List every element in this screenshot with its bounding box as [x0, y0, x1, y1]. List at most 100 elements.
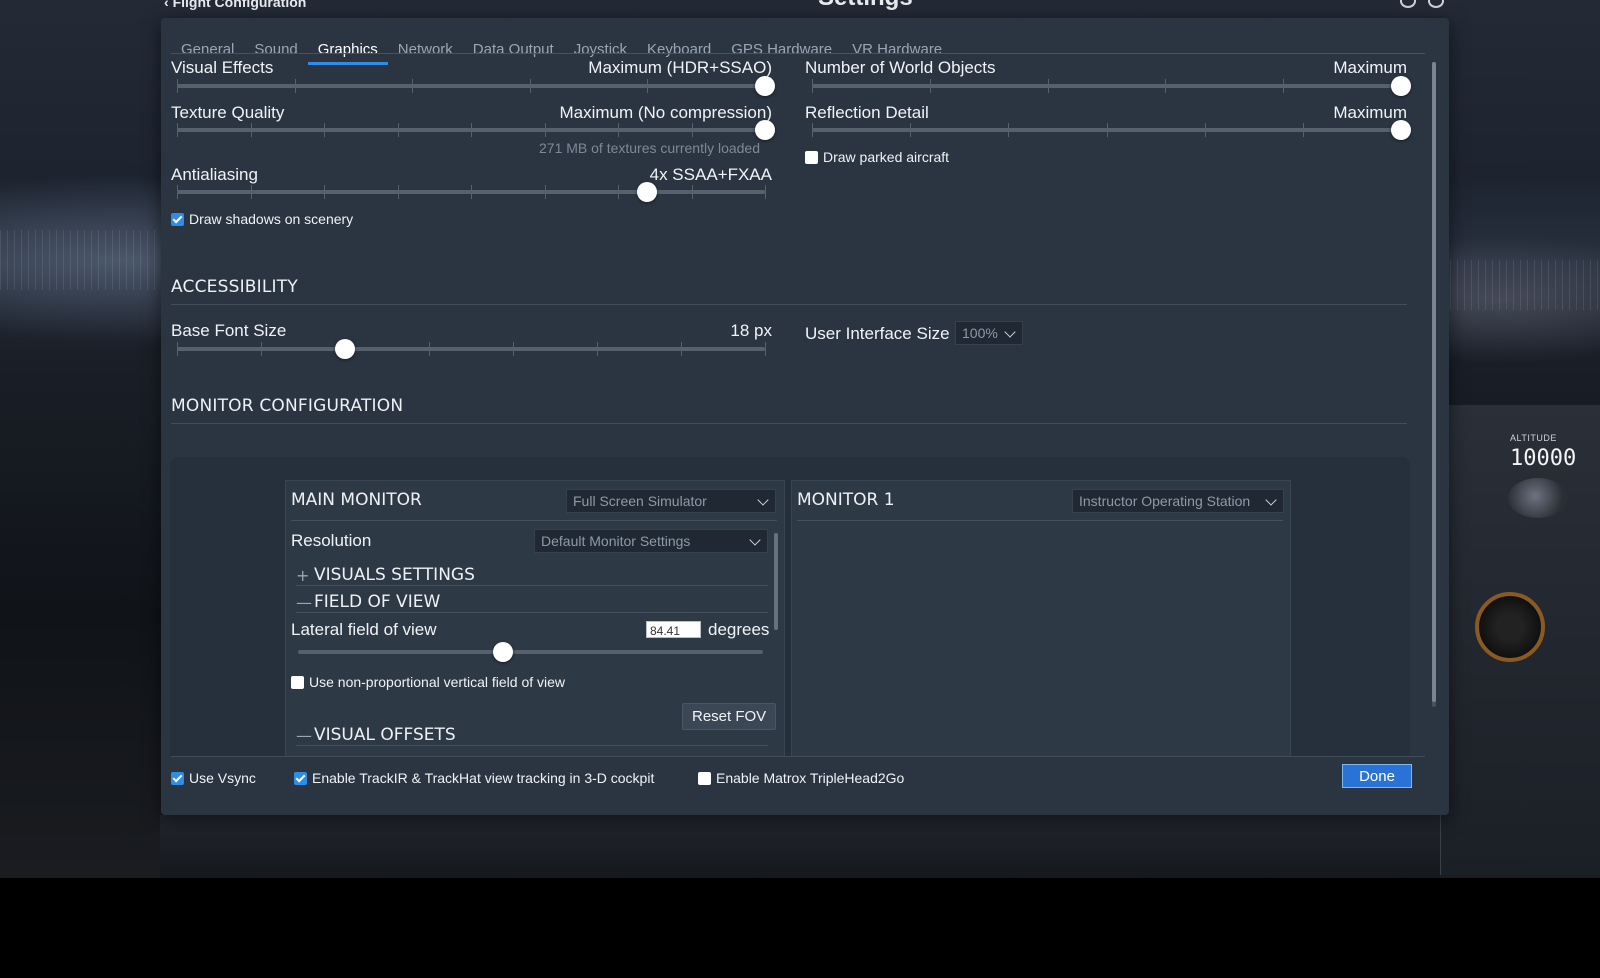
antialiasing-slider[interactable] [177, 182, 766, 202]
visual-effects-value: Maximum (HDR+SSAO) [588, 58, 772, 77]
reflection-detail-slider[interactable] [812, 120, 1411, 140]
footer-divider [171, 756, 1425, 757]
slider-thumb[interactable] [755, 120, 775, 140]
expand-icon: + [296, 565, 310, 585]
main-monitor-mode-value: Full Screen Simulator [573, 493, 707, 509]
slider-tick [177, 185, 178, 199]
back-to-flight-configuration[interactable]: ‹ Flight Configuration [164, 0, 306, 10]
slider-tick [471, 185, 472, 199]
accessibility-divider [171, 304, 1407, 305]
city-lights-left [0, 230, 165, 290]
texture-quality-slider[interactable] [177, 120, 775, 140]
texture-quality-value: Maximum (No compression) [559, 103, 772, 122]
antialiasing-label: Antialiasing [171, 165, 258, 184]
lateral-fov-input[interactable]: 84.41 [646, 621, 701, 638]
monitor-configuration-divider [171, 423, 1407, 424]
lateral-fov-slider[interactable] [298, 642, 763, 662]
slider-tick [812, 79, 813, 93]
visual-offsets-divider [296, 745, 768, 746]
lateral-fov-label: Lateral field of view [291, 620, 437, 639]
main-monitor-mode-dropdown[interactable]: Full Screen Simulator [566, 489, 776, 513]
graphics-content: Visual Effects Maximum (HDR+SSAO) Textur… [161, 56, 1423, 756]
slider-tick [910, 123, 912, 137]
monitor-1-panel: MONITOR 1 Instructor Operating Station [791, 480, 1291, 756]
slider-thumb[interactable] [755, 76, 775, 96]
main-monitor-scrollbar[interactable] [774, 533, 778, 630]
slider-tick [544, 185, 546, 199]
altitude-knob [1508, 478, 1568, 518]
texture-quality-label: Texture Quality [171, 103, 285, 122]
world-objects-value: Maximum [1333, 58, 1407, 77]
resolution-label: Resolution [291, 531, 372, 550]
draw-parked-aircraft-box[interactable] [805, 150, 818, 164]
window-icons [1400, 0, 1444, 8]
resolution-value: Default Monitor Settings [541, 533, 691, 549]
window-icon-1[interactable] [1400, 0, 1416, 8]
slider-tick [691, 123, 693, 137]
field-of-view-header[interactable]: — FIELD OF VIEW [296, 592, 440, 612]
help-icon[interactable] [1428, 0, 1444, 8]
slider-thumb[interactable] [1391, 76, 1411, 96]
slider-thumb[interactable] [335, 339, 356, 359]
lateral-fov-unit: degrees [708, 620, 770, 639]
city-lights-right [1450, 260, 1600, 310]
base-font-size-slider[interactable] [177, 339, 766, 359]
reset-fov-button[interactable]: Reset FOV [682, 703, 777, 730]
slider-thumb[interactable] [637, 182, 658, 202]
visual-effects-setting: Visual Effects Maximum (HDR+SSAO) [171, 58, 772, 78]
base-font-size-setting: Base Font Size 18 px [171, 321, 772, 341]
field-of-view-divider [296, 612, 768, 613]
done-button[interactable]: Done [1342, 764, 1412, 788]
visual-effects-slider[interactable] [177, 76, 775, 96]
lateral-fov-unit-wrap: degrees [708, 620, 770, 640]
matrox-checkbox[interactable]: Enable Matrox TripleHead2Go [698, 770, 904, 786]
slider-track[interactable] [812, 84, 1401, 88]
slider-thumb[interactable] [1391, 120, 1411, 140]
resolution-setting: Resolution [291, 531, 491, 551]
non-proportional-fov-checkbox[interactable]: Use non-proportional vertical field of v… [291, 674, 565, 690]
slider-tick [544, 123, 546, 137]
draw-parked-aircraft-checkbox[interactable]: Draw parked aircraft [805, 149, 949, 165]
reflection-detail-label: Reflection Detail [805, 103, 929, 122]
slider-tick [177, 342, 178, 356]
slider-tick [429, 342, 430, 356]
trackir-box[interactable] [294, 771, 307, 785]
non-proportional-fov-box[interactable] [291, 675, 304, 689]
slider-tick [765, 185, 766, 199]
draw-shadows-label: Draw shadows on scenery [189, 211, 354, 227]
collapse-icon: — [296, 725, 312, 745]
main-monitor-divider [291, 520, 777, 521]
matrox-box[interactable] [698, 771, 711, 785]
slider-track[interactable] [177, 84, 765, 88]
visuals-settings-label: VISUALS SETTINGS [314, 565, 475, 585]
slider-tick [812, 123, 813, 137]
draw-shadows-checkbox[interactable]: Draw shadows on scenery [171, 211, 353, 227]
use-vsync-box[interactable] [171, 771, 184, 785]
visual-offsets-label: VISUAL OFFSETS [314, 725, 456, 745]
slider-thumb[interactable] [492, 642, 513, 662]
tabs-divider [171, 53, 1425, 54]
draw-shadows-box[interactable] [171, 212, 184, 226]
content-scrollbar-thumb[interactable] [1432, 62, 1436, 702]
slider-tick [513, 342, 514, 356]
resolution-dropdown[interactable]: Default Monitor Settings [534, 529, 768, 553]
slider-tick [618, 123, 619, 137]
draw-parked-aircraft-label: Draw parked aircraft [823, 149, 950, 165]
world-objects-setting: Number of World Objects Maximum [805, 58, 1407, 78]
ui-size-dropdown[interactable]: 100% [955, 321, 1023, 345]
visuals-settings-header[interactable]: + VISUALS SETTINGS [296, 565, 475, 585]
use-vsync-checkbox[interactable]: Use Vsync [171, 770, 256, 786]
world-objects-label: Number of World Objects [805, 58, 996, 77]
slider-track[interactable] [177, 347, 765, 351]
monitor-1-mode-dropdown[interactable]: Instructor Operating Station [1072, 489, 1284, 513]
world-objects-slider[interactable] [812, 76, 1411, 96]
visual-offsets-header[interactable]: — VISUAL OFFSETS [296, 725, 456, 745]
lateral-fov-setting: Lateral field of view [291, 620, 491, 640]
slider-tick [529, 79, 531, 93]
slider-tick [250, 123, 252, 137]
monitor-configuration-area: MAIN MONITOR Full Screen Simulator Resol… [170, 457, 1410, 756]
slider-track[interactable] [298, 650, 763, 654]
slider-tick [1204, 123, 1206, 137]
collapse-icon: — [296, 592, 312, 612]
trackir-checkbox[interactable]: Enable TrackIR & TrackHat view tracking … [294, 770, 654, 786]
